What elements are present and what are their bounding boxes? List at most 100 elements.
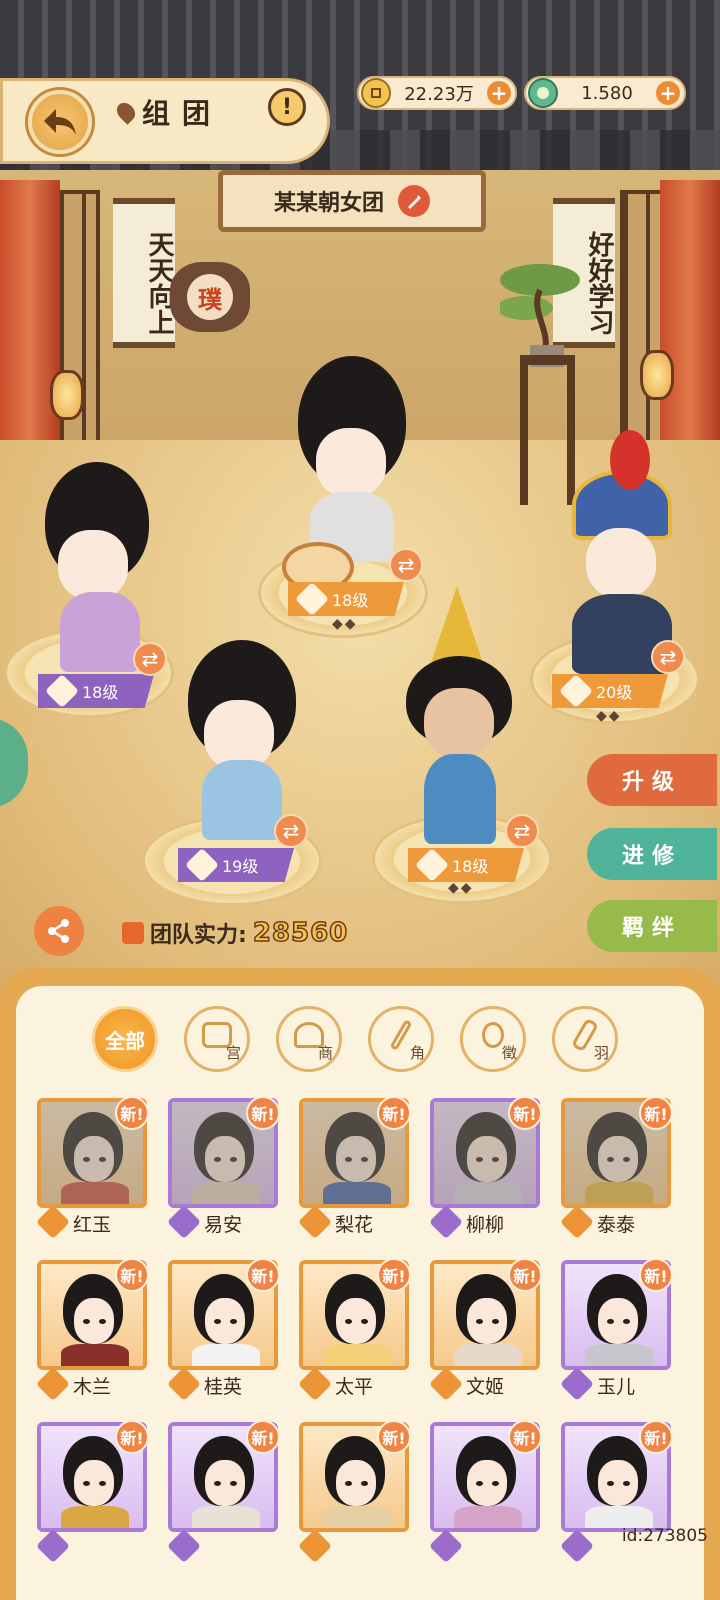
character-card[interactable]: 新! 文姬 xyxy=(429,1258,542,1401)
thumbs-up-icon xyxy=(122,922,144,944)
portrait-eye xyxy=(99,1481,106,1486)
portrait-eye xyxy=(361,1157,368,1162)
role-icon xyxy=(298,1529,332,1563)
role-icon xyxy=(560,1529,594,1563)
bond-button[interactable]: 羁绊 xyxy=(587,900,717,952)
character-robe xyxy=(60,592,140,672)
info-button[interactable]: ! xyxy=(268,88,306,126)
new-badge: 新! xyxy=(246,1096,280,1130)
portrait-eye xyxy=(623,1481,630,1486)
new-badge: 新! xyxy=(377,1420,411,1454)
new-badge: 新! xyxy=(115,1258,149,1292)
swap-button[interactable]: ⇄ xyxy=(505,814,539,848)
filter-zhi[interactable]: 徵 xyxy=(460,1006,526,1072)
portrait-face xyxy=(336,1460,376,1506)
portrait-face xyxy=(74,1460,114,1506)
back-button[interactable] xyxy=(28,90,92,154)
swap-button[interactable]: ⇄ xyxy=(274,814,308,848)
character-card[interactable]: 新! 柳柳 xyxy=(429,1096,542,1239)
level-tag: 18级 xyxy=(408,848,524,882)
portrait-eye xyxy=(345,1157,352,1162)
portrait-face xyxy=(467,1136,507,1182)
character-card[interactable]: 新! 太平 xyxy=(298,1258,411,1401)
character-card[interactable]: 新! xyxy=(36,1420,149,1563)
portrait-face xyxy=(74,1136,114,1182)
new-badge: 新! xyxy=(508,1420,542,1454)
portrait-eye xyxy=(230,1157,237,1162)
portrait-face xyxy=(467,1460,507,1506)
character-face xyxy=(58,530,128,600)
portrait-eye xyxy=(345,1319,352,1324)
filter-all[interactable]: 全部 xyxy=(92,1006,158,1072)
character-card[interactable]: 新! 木兰 xyxy=(36,1258,149,1401)
add-gold-button[interactable]: + xyxy=(487,81,511,105)
new-badge: 新! xyxy=(246,1258,280,1292)
portrait-face xyxy=(467,1298,507,1344)
portrait-eye xyxy=(476,1481,483,1486)
role-icon xyxy=(167,1529,201,1563)
user-id: id:273805 xyxy=(621,1526,708,1546)
team-name: 某某朝女团 xyxy=(273,191,384,216)
character-card[interactable]: 新! 玉儿 xyxy=(560,1258,673,1401)
bonsai-tree xyxy=(500,264,580,367)
portrait-face xyxy=(598,1136,638,1182)
share-button[interactable] xyxy=(34,906,84,956)
advance-button[interactable]: 进修 xyxy=(587,828,717,880)
portrait-eye xyxy=(361,1319,368,1324)
portrait-costume xyxy=(323,1182,391,1204)
new-badge: 新! xyxy=(377,1258,411,1292)
portrait-face xyxy=(336,1298,376,1344)
new-badge: 新! xyxy=(115,1420,149,1454)
portrait-eye xyxy=(83,1481,90,1486)
team-emblem[interactable]: 璞 xyxy=(170,262,250,332)
character-card[interactable]: 新! 易安 xyxy=(167,1096,280,1239)
character-card[interactable]: 新! xyxy=(167,1420,280,1563)
level-text: 18级 xyxy=(82,683,119,702)
character-grid: 新! 红玉 新! 易安 新! 梨花 新! 柳柳 新! 泰泰新! 木兰 新! 桂英 新! 太平 新! 文姬 新! 玉儿… xyxy=(36,1096,673,1563)
filter-jue[interactable]: 角 xyxy=(368,1006,434,1072)
portrait-eye xyxy=(230,1319,237,1324)
swap-button[interactable]: ⇄ xyxy=(651,640,685,674)
role-icon xyxy=(45,674,79,708)
role-icon xyxy=(36,1529,70,1563)
swap-button[interactable]: ⇄ xyxy=(389,548,423,582)
team-name-banner: 某某朝女团 xyxy=(218,170,486,232)
lute-icon xyxy=(482,1022,504,1048)
portrait-eye xyxy=(214,1481,221,1486)
add-jade-button[interactable]: + xyxy=(656,81,680,105)
filter-gong[interactable]: 宫 xyxy=(184,1006,250,1072)
character-face xyxy=(586,528,656,598)
game-screen: 天天向上 好好学习 组团 ! 22.23万 + 1.580 + 某某朝女团 璞 … xyxy=(0,0,720,1600)
character-card[interactable]: 新! 梨花 xyxy=(298,1096,411,1239)
character-card[interactable]: 新! xyxy=(298,1420,411,1563)
portrait-hair xyxy=(194,1112,254,1182)
back-arrow-icon xyxy=(44,109,76,135)
swap-button[interactable]: ⇄ xyxy=(133,642,167,676)
portrait-costume xyxy=(61,1344,129,1366)
character-card[interactable]: 新! xyxy=(429,1420,542,1563)
portrait-hair xyxy=(63,1112,123,1182)
portrait-eye xyxy=(99,1157,106,1162)
edit-team-name-button[interactable] xyxy=(398,185,430,217)
portrait-costume xyxy=(585,1344,653,1366)
character-robe xyxy=(202,760,282,840)
character-card[interactable]: 新! 桂英 xyxy=(167,1258,280,1401)
upgrade-button[interactable]: 升级 xyxy=(587,754,717,806)
share-icon xyxy=(48,919,69,943)
portrait-costume xyxy=(454,1506,522,1528)
coin-icon xyxy=(361,78,391,108)
filter-yu[interactable]: 羽 xyxy=(552,1006,618,1072)
portrait-eye xyxy=(607,1157,614,1162)
character-card[interactable]: 新! 红玉 xyxy=(36,1096,149,1239)
portrait-hair xyxy=(325,1112,385,1182)
role-icon xyxy=(429,1529,463,1563)
portrait-eye xyxy=(83,1157,90,1162)
character-card[interactable]: 新! 泰泰 xyxy=(560,1096,673,1239)
portrait-costume xyxy=(192,1182,260,1204)
role-icon xyxy=(295,582,329,616)
team-power: 团队实力: 28560 xyxy=(122,917,348,949)
calligraphy-scroll-left: 天天向上 xyxy=(113,198,175,348)
filter-shang[interactable]: 商 xyxy=(276,1006,342,1072)
star-rating: ◆◆ xyxy=(596,708,622,724)
portrait-eye xyxy=(476,1157,483,1162)
